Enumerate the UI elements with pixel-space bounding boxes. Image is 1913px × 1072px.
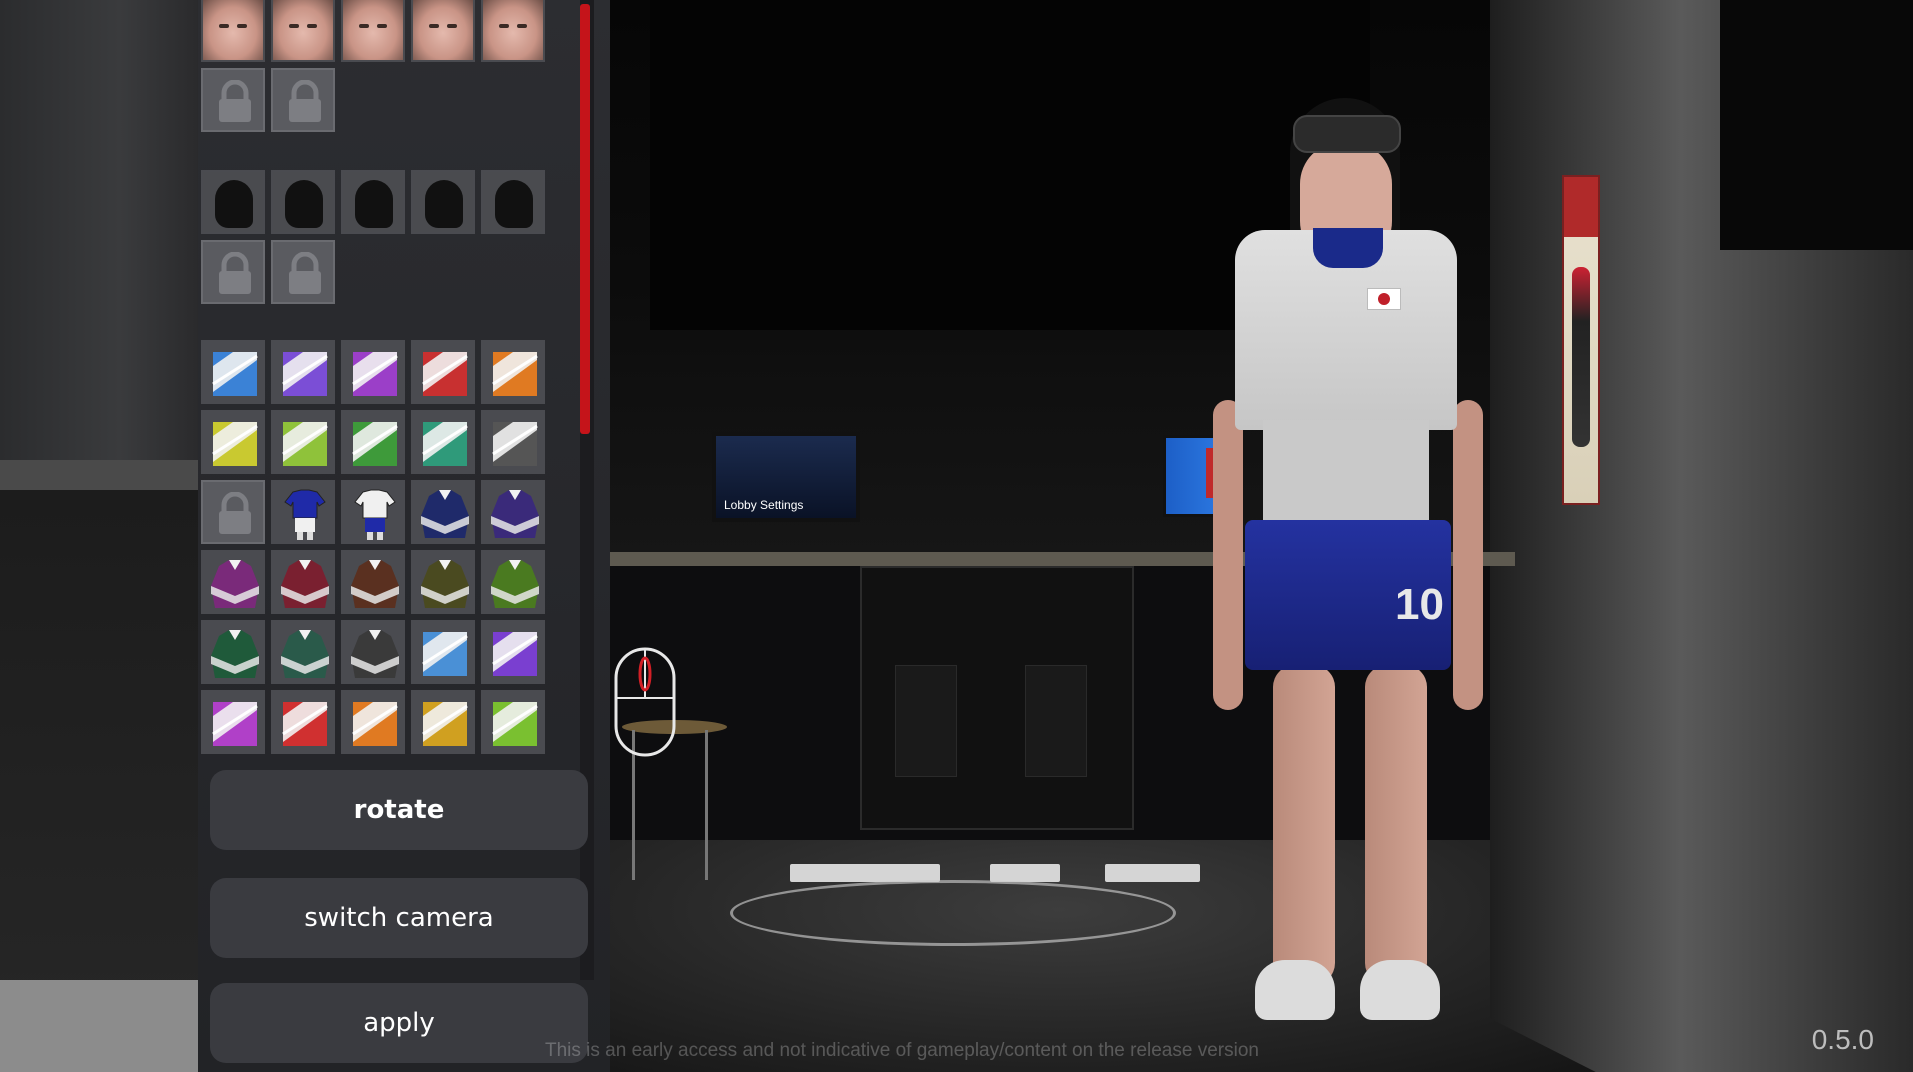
hair-option-tile[interactable] [271,170,335,234]
locked-option-tile[interactable] [201,480,265,544]
character-leg-left [1273,665,1335,985]
locked-option-tile[interactable] [201,68,265,132]
poster-band [1564,177,1598,237]
outfit-option-tile[interactable] [201,340,265,404]
outfit-option-tile[interactable] [481,340,545,404]
monitor-label: Lobby Settings [724,498,804,512]
face-options [201,0,545,62]
outfit-row [201,690,545,754]
outfit-row [201,550,545,614]
outfit-row [201,480,545,544]
outfit-option-tile[interactable] [271,410,335,474]
stool-leg [705,730,708,880]
outfit-option-tile[interactable] [271,550,335,614]
outfit-option-tile[interactable] [341,340,405,404]
outfit-option-tile[interactable] [271,480,335,544]
outfit-option-tile[interactable] [411,690,475,754]
early-access-notice: This is an early access and not indicati… [545,1040,1259,1061]
character-arm-right [1453,400,1483,710]
shorts-number: 10 [1395,580,1444,629]
monitor-lobby-settings: Lobby Settings [712,432,860,522]
outfit-option-tile[interactable] [341,410,405,474]
shirt-collar [1313,228,1383,268]
outfit-option-tile[interactable] [271,690,335,754]
lower-wall [0,490,200,1010]
outfit-row [201,340,545,404]
hairstyle-thumbnail [425,180,463,228]
face-option-tile[interactable] [271,0,335,62]
face-option-tile[interactable] [481,0,545,62]
outfit-option-tile[interactable] [201,410,265,474]
power-strip [1105,864,1200,882]
hairstyle-thumbnail [355,180,393,228]
hairstyle-thumbnail [495,180,533,228]
character-shorts: 10 [1245,520,1451,670]
headlamp [1293,115,1401,153]
outfit-option-tile[interactable] [201,620,265,684]
hair-option-tile[interactable] [481,170,545,234]
outfit-option-tile[interactable] [411,480,475,544]
outfit-option-tile[interactable] [481,690,545,754]
hair-option-tile[interactable] [411,170,475,234]
outfit-option-tile[interactable] [411,410,475,474]
japan-flag-patch [1367,288,1401,310]
character-shoe-left [1255,960,1335,1020]
pc-tower [895,665,957,777]
hairstyle-thumbnail [285,180,323,228]
switch-camera-button[interactable]: switch camera [210,878,588,958]
version-label: 0.5.0 [1811,1024,1874,1055]
character-leg-right [1365,665,1427,985]
player-character[interactable]: 10 [1195,80,1495,1060]
character-arm-left [1213,400,1243,710]
floor-left [0,980,200,1072]
outfit-row [201,410,545,474]
poster-art [1572,267,1590,447]
outfit-option-tile[interactable] [271,620,335,684]
character-shoe-right [1360,960,1440,1020]
hair-option-tile[interactable] [201,170,265,234]
wall-poster [1562,175,1600,505]
outfit-option-tile[interactable] [201,690,265,754]
face-option-tile[interactable] [411,0,475,62]
rotate-button[interactable]: rotate [210,770,588,850]
pc-tower [1025,665,1087,777]
outfit-option-tile[interactable] [411,620,475,684]
locked-option-tile[interactable] [271,240,335,304]
scrollbar-thumb[interactable] [580,4,590,434]
apply-button[interactable]: apply [210,983,588,1063]
power-strip [990,864,1060,882]
customization-panel: rotate switch camera apply [198,0,610,1072]
outfit-option-tile[interactable] [341,620,405,684]
hair-options-locked [201,240,335,304]
outfit-option-tile[interactable] [481,480,545,544]
wall-ledge [0,460,200,490]
character-shirt-body [1263,420,1429,520]
outfit-option-tile[interactable] [411,340,475,404]
outfit-option-tile[interactable] [481,550,545,614]
face-option-tile[interactable] [201,0,265,62]
outfit-option-tile[interactable] [411,550,475,614]
floor-cables [730,880,1176,946]
outfit-option-tile[interactable] [481,620,545,684]
outfit-option-tile[interactable] [341,550,405,614]
hair-option-tile[interactable] [341,170,405,234]
power-strip [790,864,940,882]
face-option-tile[interactable] [341,0,405,62]
face-options-locked [201,68,335,132]
outfit-option-tile[interactable] [341,480,405,544]
outfit-option-tile[interactable] [271,340,335,404]
locked-option-tile[interactable] [271,68,335,132]
mouse-icon [613,646,677,762]
outfit-option-tile[interactable] [341,690,405,754]
outfit-option-tile[interactable] [481,410,545,474]
outfit-option-tile[interactable] [201,550,265,614]
hair-options [201,170,545,234]
hairstyle-thumbnail [215,180,253,228]
options-scroll-area[interactable] [198,0,593,760]
outfit-row [201,620,545,684]
right-wall-shadow [1720,0,1913,250]
locked-option-tile[interactable] [201,240,265,304]
